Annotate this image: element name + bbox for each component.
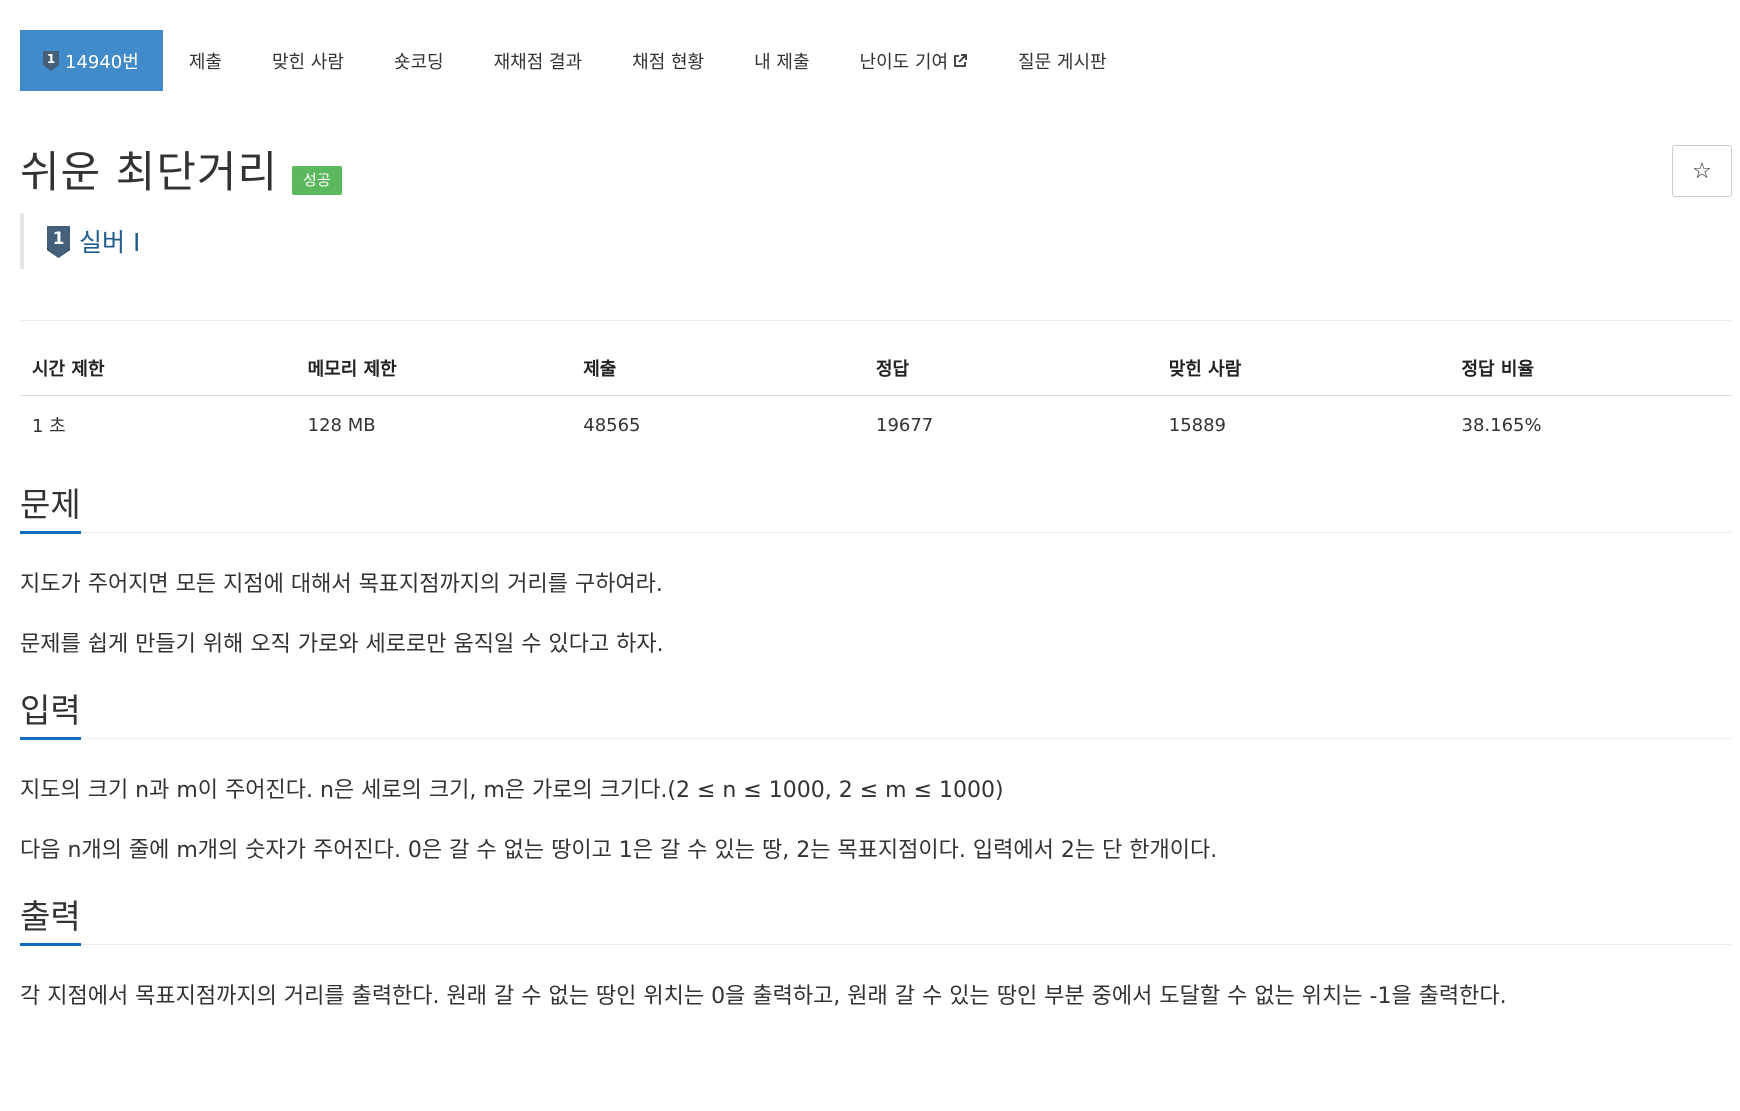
submissions-value: 48565 — [583, 414, 641, 436]
memory-limit-value: 128 MB — [307, 414, 376, 436]
problem-page: 1 14940번 제출 맞힌 사람 숏코딩 재채점 결과 채점 현황 내 제출 … — [20, 30, 1732, 1012]
paragraph: 각 지점에서 목표지점까지의 거리를 출력한다. 원래 갈 수 없는 땅인 위치… — [20, 984, 1507, 1010]
section-title-problem: 문제 — [20, 485, 81, 524]
tab-my-submissions[interactable]: 내 제출 — [730, 30, 833, 91]
output-section: 출력 각 지점에서 목표지점까지의 거리를 출력한다. 원래 갈 수 없는 땅인… — [20, 888, 1732, 1012]
accepted-users-value: 15889 — [1168, 414, 1227, 436]
section-underline — [20, 943, 81, 947]
tab-difficulty-contribution[interactable]: 난이도 기여 — [836, 30, 993, 91]
section-underline — [20, 531, 81, 534]
tab-label: 재채점 결과 — [493, 51, 583, 73]
star-icon: ☆ — [1692, 158, 1712, 184]
favorite-star-button[interactable]: ☆ — [1672, 145, 1732, 197]
silver-tier-icon: 1 — [43, 50, 59, 71]
accepted-value: 19677 — [876, 414, 934, 436]
tab-label: 14940번 — [65, 51, 139, 73]
tier-number: 1 — [47, 52, 55, 66]
tab-label: 숏코딩 — [393, 51, 444, 73]
tier-block: 1 실버 I — [20, 213, 1732, 269]
tab-label: 난이도 기여 — [859, 51, 949, 73]
header-memory-limit: 메모리 제한 — [295, 355, 572, 396]
input-description: 지도의 크기 n과 m이 주어진다. n은 세로의 크기, m은 가로의 크기다… — [20, 777, 1732, 865]
tab-rejudge-results[interactable]: 재채점 결과 — [470, 30, 607, 91]
external-link-icon — [954, 53, 967, 67]
tab-problem[interactable]: 1 14940번 — [20, 30, 163, 91]
tab-label: 채점 현황 — [632, 51, 705, 73]
section-underline — [20, 737, 81, 741]
title-row: 쉬운 최단거리 성공 ☆ — [20, 145, 1732, 201]
tier-label: 실버 I — [79, 228, 141, 257]
section-header: 문제 — [20, 476, 1732, 534]
tier-number: 1 — [53, 229, 65, 249]
output-description: 각 지점에서 목표지점까지의 거리를 출력한다. 원래 갈 수 없는 땅인 위치… — [20, 983, 1732, 1012]
tab-judge-status[interactable]: 채점 현황 — [608, 30, 728, 91]
silver-tier-badge-icon: 1 — [47, 225, 70, 258]
section-header: 입력 — [20, 682, 1732, 741]
input-section: 입력 지도의 크기 n과 m이 주어진다. n은 세로의 크기, m은 가로의 … — [20, 682, 1732, 865]
problem-menu-tabs: 1 14940번 제출 맞힌 사람 숏코딩 재채점 결과 채점 현황 내 제출 … — [20, 30, 1732, 91]
problem-section: 문제 지도가 주어지면 모든 지점에 대해서 목표지점까지의 거리를 구하여라.… — [20, 476, 1732, 659]
tab-label: 맞힌 사람 — [271, 51, 344, 73]
header-accept-ratio: 정답 비율 — [1449, 355, 1732, 396]
paragraph: 문제를 쉽게 만들기 위해 오직 가로와 세로로만 움직일 수 있다고 하자. — [20, 631, 664, 657]
tab-short-coding[interactable]: 숏코딩 — [370, 30, 468, 91]
header-time-limit: 시간 제한 — [20, 355, 296, 396]
problem-info-table: 시간 제한 메모리 제한 제출 정답 맞힌 사람 정답 비율 1 초 128 M… — [20, 355, 1732, 438]
divider — [20, 320, 1732, 321]
paragraph: 다음 n개의 줄에 m개의 숫자가 주어진다. 0은 갈 수 없는 땅이고 1은… — [20, 837, 1218, 863]
tab-label: 질문 게시판 — [1018, 51, 1107, 73]
tab-question-board[interactable]: 질문 게시판 — [994, 30, 1131, 91]
table-header-row: 시간 제한 메모리 제한 제출 정답 맞힌 사람 정답 비율 — [20, 355, 1732, 396]
section-title-input: 입력 — [20, 691, 81, 731]
header-accepted: 정답 — [864, 355, 1157, 396]
tab-label: 제출 — [188, 51, 222, 73]
table-row: 1 초 128 MB 48565 19677 15889 38.165% — [20, 396, 1732, 439]
result-success-label: 성공 — [292, 165, 342, 195]
section-title-output: 출력 — [20, 897, 81, 937]
tab-label: 내 제출 — [754, 51, 810, 73]
problem-description: 지도가 주어지면 모든 지점에 대해서 목표지점까지의 거리를 구하여라. 문제… — [20, 571, 1732, 659]
accept-ratio-value: 38.165% — [1461, 414, 1542, 436]
time-limit-value: 1 초 — [32, 416, 66, 437]
paragraph: 지도의 크기 n과 m이 주어진다. n은 세로의 크기, m은 가로의 크기다… — [20, 778, 1004, 804]
section-header: 출력 — [20, 888, 1732, 947]
header-accepted-users: 맞힌 사람 — [1156, 355, 1450, 396]
problem-title: 쉬운 최단거리 — [20, 147, 279, 198]
paragraph: 지도가 주어지면 모든 지점에 대해서 목표지점까지의 거리를 구하여라. — [20, 572, 663, 597]
header-submissions: 제출 — [571, 355, 864, 396]
tab-submit[interactable]: 제출 — [165, 30, 246, 91]
tab-accepted-users[interactable]: 맞힌 사람 — [248, 30, 368, 91]
